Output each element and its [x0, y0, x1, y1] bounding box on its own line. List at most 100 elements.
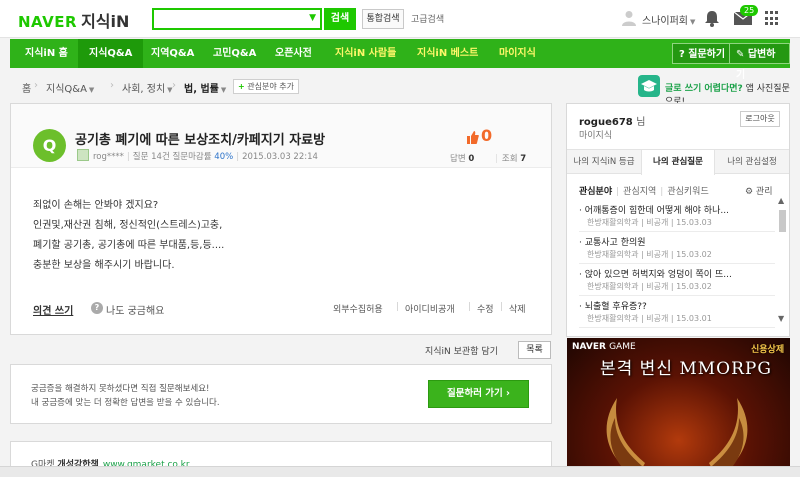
allow-external-collect[interactable]: 외부수집허용	[333, 302, 383, 315]
delete-link[interactable]: 삭제	[509, 302, 526, 315]
list-item-meta: 한방재활의학과 | 비공개 | 15.03.03	[587, 218, 712, 227]
panel-subtitle[interactable]: 마이지식	[579, 128, 612, 141]
nav-jisik-qna[interactable]: 지식Q&A	[78, 39, 144, 68]
breadcrumb-category-label: 사회, 정치	[122, 84, 166, 95]
user-name: 스나이퍼회	[642, 16, 688, 27]
interest-add-button[interactable]: + 관심분야 추가	[233, 79, 299, 94]
chevron-down-icon[interactable]: ▼	[778, 314, 784, 323]
game-banner-ad[interactable]: NAVER GAME 신용상제 본격 변신 MMORPG	[567, 338, 790, 466]
panel-user: rogue678 님	[579, 113, 645, 128]
list-item-meta: 한방재활의학과 | 비공개 | 15.03.02	[587, 282, 712, 291]
question-title: 공기총 폐기에 따른 보상조치/카페지기 자료방	[75, 133, 326, 148]
write-opinion-link[interactable]: 의견 쓰기	[33, 302, 73, 317]
question-mark-icon: ?	[91, 302, 103, 314]
question-count: 질문 14건	[132, 152, 170, 162]
nav-my-jisik[interactable]: 마이지식	[488, 39, 547, 68]
thumbs-up-icon[interactable]	[467, 131, 479, 144]
subtab-interest-field[interactable]: 관심분야	[579, 187, 612, 197]
edit-link[interactable]: 수정	[477, 302, 494, 315]
list-item[interactable]: · 앉아 있으면 허벅지와 엉덩이 쪽이 뜨... 한방재활의학과 | 비공개 …	[579, 264, 775, 296]
interest-subtabs: 관심분야 | 관심지역 | 관심키워드	[579, 187, 709, 197]
advanced-search-link[interactable]: 고급검색	[411, 12, 444, 25]
list-item[interactable]: · 교통사고 한의원 한방재활의학과 | 비공개 | 15.03.02	[579, 232, 775, 264]
search-box: ▼	[152, 8, 322, 30]
search-dropdown-icon[interactable]: ▼	[309, 13, 316, 23]
game-ad-brand: NAVER GAME	[572, 342, 636, 352]
go-ask-button[interactable]: 질문하러 가기 ›	[428, 380, 529, 408]
user-menu[interactable]: 스나이퍼회 ▼	[642, 12, 695, 27]
nav-jisikin-home[interactable]: 지식iN 홈	[14, 39, 79, 68]
save-to-box-link[interactable]: 지식iN 보관함 담기	[425, 344, 498, 357]
breadcrumb-qna-label: 지식Q&A	[46, 84, 87, 95]
me-too-curious-button[interactable]: 나도 궁금해요	[106, 302, 164, 317]
ornament-horn-left	[606, 398, 645, 466]
view-count: | 조회 7	[495, 154, 527, 164]
body-line: 폐기할 공기총, 공기총에 따른 부대품,등,등....	[33, 240, 225, 251]
question-card: Q 공기총 폐기에 따른 보상조치/카페지기 자료방 rog**** | 질문 14…	[10, 103, 552, 335]
panel-user-suffix: 님	[636, 117, 646, 128]
main-nav: 지식iN 홈 지식Q&A 지역Q&A 고민Q&A 오픈사전 지식iN 사람들 지…	[10, 39, 790, 81]
breadcrumb-subcategory[interactable]: 법, 법률 ▼	[184, 80, 226, 95]
ask-prompt-line2: 내 궁금증에 맞는 더 정확한 답변을 받을 수 있습니다.	[31, 398, 220, 408]
close-rate-value: 40%	[214, 152, 234, 162]
manage-button[interactable]: ⚙ 관리	[745, 184, 773, 197]
breadcrumb-subcategory-label: 법, 법률	[184, 84, 219, 95]
panel-user-id[interactable]: rogue678	[579, 117, 633, 128]
question-meta: rog**** | 질문 14건 질문마감률 40% | 2015.03.03 22:1…	[93, 152, 318, 162]
list-item-title[interactable]: · 앉아 있으면 허벅지와 엉덩이 쪽이 뜨...	[579, 267, 773, 280]
nav-local-qna[interactable]: 지역Q&A	[140, 39, 205, 68]
tab-my-interest-questions[interactable]: 나의 관심질문	[641, 150, 715, 175]
breadcrumb-home[interactable]: 홈	[22, 80, 31, 95]
subtab-interest-keyword[interactable]: 관심키워드	[667, 187, 708, 197]
list-item[interactable]: · 어깨통증이 힘한데 어떻게 해야 하나... 한방재활의학과 | 비공개 |…	[579, 200, 775, 232]
logout-button[interactable]: 로그아웃	[740, 111, 780, 127]
search-input[interactable]	[154, 10, 304, 28]
scroll-thumb[interactable]	[779, 210, 786, 232]
top-bar: NAVER 지식iN ▼ 검색 통합검색 고급검색 스나이퍼회 ▼ 25	[0, 0, 800, 38]
game-ad-game: GAME	[609, 342, 636, 352]
bell-icon[interactable]	[704, 10, 720, 27]
bottom-scroll-strip	[0, 466, 800, 477]
naver-logo[interactable]: NAVER 지식iN	[18, 8, 129, 32]
photo-question-icon[interactable]	[638, 75, 660, 97]
list-button[interactable]: 목록	[518, 341, 551, 359]
nav-open-dictionary[interactable]: 오픈사전	[264, 39, 323, 68]
game-ad-naver: NAVER	[572, 342, 606, 352]
search-button[interactable]: 검색	[324, 8, 356, 30]
answer-count-label: 답변	[450, 154, 466, 164]
body-line: 충분한 보상을 해주시기 바랍니다.	[33, 260, 175, 271]
breadcrumb-separator: ›	[34, 80, 38, 91]
hide-id-link[interactable]: 아이디비공개	[405, 302, 455, 315]
answer-button[interactable]: ✎ 답변하기	[729, 43, 790, 81]
breadcrumb-qna[interactable]: 지식Q&A ▼	[46, 80, 94, 95]
ask-question-button[interactable]: ? 질문하기	[672, 43, 733, 64]
list-item-title[interactable]: · 교통사고 한의원	[579, 235, 773, 248]
answer-count: 답변 0	[450, 152, 474, 164]
panel-scrollbar[interactable]: ▲ ▼	[778, 196, 787, 326]
body-line: 인권및,재산권 침해, 정신적인(스트레스)고충,	[33, 220, 223, 231]
breadcrumb-category[interactable]: 사회, 정치 ▼	[122, 80, 173, 95]
tab-my-interest-settings[interactable]: 나의 관심설정	[715, 150, 789, 174]
author-name[interactable]: rog****	[93, 152, 124, 162]
nav-jisikin-people[interactable]: 지식iN 사람들	[324, 39, 407, 68]
chevron-up-icon[interactable]: ▲	[778, 196, 784, 205]
logo-brand: NAVER	[18, 13, 78, 31]
subtab-interest-region[interactable]: 관심지역	[623, 187, 656, 197]
question-date: 2015.03.03 22:14	[242, 152, 318, 162]
view-count-label: 조회	[501, 154, 518, 164]
nav-worry-qna[interactable]: 고민Q&A	[202, 39, 267, 68]
list-item-meta: 한방재활의학과 | 비공개 | 15.03.01	[587, 314, 712, 323]
question-header: Q 공기총 폐기에 따른 보상조치/카페지기 자료방 rog**** | 질문 14…	[11, 104, 551, 168]
like-count: 0	[481, 126, 493, 145]
footer-separator: |	[500, 302, 504, 312]
user-icon	[622, 11, 636, 26]
unified-search-button[interactable]: 통합검색	[362, 9, 404, 29]
avatar	[77, 149, 89, 161]
list-item-title[interactable]: · 어깨통증이 힘한데 어떻게 해야 하나...	[579, 203, 773, 216]
list-item-title[interactable]: · 뇌출혈 후유증??	[579, 299, 773, 312]
promo-highlight: 글로 쓰기 어렵다면?	[665, 84, 743, 94]
nav-jisikin-best[interactable]: 지식iN 베스트	[406, 39, 489, 68]
tab-my-grade[interactable]: 나의 지식iN 등급	[567, 150, 641, 174]
apps-grid-icon[interactable]	[765, 11, 780, 26]
list-item[interactable]: · 뇌출혈 후유증?? 한방재활의학과 | 비공개 | 15.03.01	[579, 296, 775, 328]
